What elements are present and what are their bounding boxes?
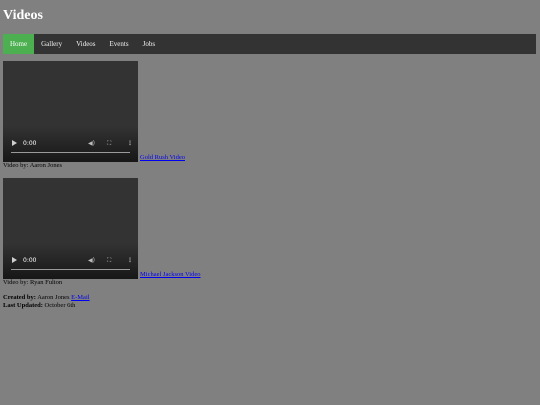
nav-item-jobs[interactable]: Jobs: [136, 34, 162, 54]
last-updated-value: October 6th: [42, 302, 76, 309]
video-time: 0:00: [23, 257, 37, 264]
nav-item-videos[interactable]: Videos: [69, 34, 102, 54]
email-link[interactable]: E-Mail: [71, 294, 89, 301]
nav-item-gallery[interactable]: Gallery: [34, 34, 69, 54]
fullscreen-icon[interactable]: ⛶: [107, 257, 111, 265]
progress-bar[interactable]: [11, 152, 130, 153]
nav-item-events[interactable]: Events: [103, 34, 136, 54]
top-navbar: Home Gallery Videos Events Jobs: [3, 34, 536, 54]
nav-item-home[interactable]: Home: [3, 34, 35, 54]
video-time: 0:00: [23, 140, 37, 147]
video-player[interactable]: 0:00 ◀) ⛶ ⋮: [3, 178, 138, 279]
video-link[interactable]: Michael Jackson Video: [140, 271, 201, 279]
play-icon[interactable]: [12, 140, 17, 146]
last-updated-label: Last Updated:: [3, 302, 43, 309]
volume-icon[interactable]: ◀): [88, 257, 95, 265]
fullscreen-icon[interactable]: ⛶: [107, 140, 111, 148]
play-icon[interactable]: [12, 257, 17, 263]
video-entry: 0:00 ◀) ⛶ ⋮ Gold Rush Video Video by: Aa…: [3, 61, 185, 170]
video-entry: 0:00 ◀) ⛶ ⋮ Michael Jackson Video Video …: [3, 178, 201, 287]
page-title: Videos: [3, 8, 43, 23]
video-credit: Video by: Aaron Jones: [3, 162, 63, 169]
created-by-label: Created by:: [3, 294, 36, 301]
progress-bar[interactable]: [11, 269, 130, 270]
video-player[interactable]: 0:00 ◀) ⛶ ⋮: [3, 61, 138, 162]
created-by-value: Aaron Jones: [35, 294, 72, 301]
video-credit: Video by: Ryan Fulton: [3, 279, 63, 286]
last-updated-line: Last Updated: October 6th: [3, 302, 90, 310]
volume-icon[interactable]: ◀): [88, 140, 95, 148]
page-footer: Created by: Aaron Jones E-Mail Last Upda…: [3, 294, 90, 310]
created-by-line: Created by: Aaron Jones E-Mail: [3, 294, 90, 302]
more-vertical-icon[interactable]: ⋮: [127, 257, 133, 265]
video-link[interactable]: Gold Rush Video: [140, 154, 185, 162]
more-vertical-icon[interactable]: ⋮: [127, 140, 133, 148]
